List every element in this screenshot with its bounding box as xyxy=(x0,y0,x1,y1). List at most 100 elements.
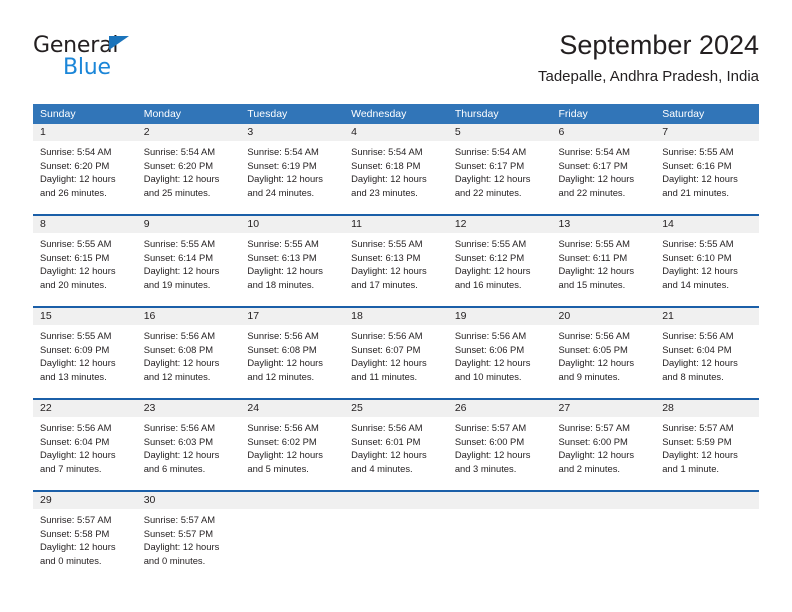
sunrise-text: Sunrise: 5:57 AM xyxy=(40,514,112,525)
weekday-header-friday: Friday xyxy=(551,104,656,124)
sunset-text: Sunset: 6:12 PM xyxy=(454,251,525,263)
day-cell[interactable]: 16 Sunrise: 5:56 AM Sunset: 6:08 PM Dayligh… xyxy=(136,308,241,398)
daylight-line1: Daylight: 12 hours xyxy=(40,541,116,553)
sunrise-text: Sunrise: 5:56 AM xyxy=(351,422,423,433)
daylight-line2: and 0 minutes. xyxy=(40,554,102,566)
day-details: Sunrise: 5:54 AM Sunset: 6:17 PM Daylight:… xyxy=(552,141,656,199)
week-row: 8 Sunrise: 5:55 AM Sunset: 6:15 PM Daylight… xyxy=(33,216,759,306)
daylight-line1: Daylight: 12 hours xyxy=(247,357,323,369)
sunrise-text: Sunrise: 5:54 AM xyxy=(454,146,527,157)
sunset-text: Sunset: 6:20 PM xyxy=(40,159,110,171)
day-number: 14 xyxy=(655,216,759,233)
daylight-line1: Daylight: 12 hours xyxy=(558,357,635,369)
day-details: Sunrise: 5:56 AM Sunset: 6:02 PM Daylight:… xyxy=(240,417,344,475)
day-details: Sunrise: 5:57 AM Sunset: 5:58 PM Daylight:… xyxy=(33,509,137,567)
day-cell[interactable]: 21 Sunrise: 5:56 AM Sunset: 6:04 PM Dayligh… xyxy=(655,308,759,398)
day-cell[interactable]: 13 Sunrise: 5:55 AM Sunset: 6:11 PM Dayligh… xyxy=(551,216,656,306)
day-cell[interactable]: 8 Sunrise: 5:55 AM Sunset: 6:15 PM Daylight… xyxy=(33,216,137,306)
day-cell[interactable]: 20 Sunrise: 5:56 AM Sunset: 6:05 PM Dayligh… xyxy=(551,308,656,398)
sunset-text: Sunset: 6:10 PM xyxy=(662,251,732,263)
sunset-text: Sunset: 5:57 PM xyxy=(143,527,214,539)
sunrise-text: Sunrise: 5:56 AM xyxy=(143,422,216,433)
sunset-text: Sunset: 6:16 PM xyxy=(662,159,732,171)
page-title: September 2024 xyxy=(559,30,759,60)
day-cell[interactable]: 1 Sunrise: 5:54 AM Sunset: 6:20 PM Daylight… xyxy=(33,124,137,214)
day-cell-empty xyxy=(447,492,552,582)
day-number: 25 xyxy=(344,400,448,417)
weekday-header-thursday: Thursday xyxy=(447,104,552,124)
calendar-page: General Blue September 2024 Tadepalle, A… xyxy=(0,0,792,612)
sunset-text: Sunset: 6:14 PM xyxy=(143,251,214,263)
day-number xyxy=(447,492,552,509)
daylight-line1: Daylight: 12 hours xyxy=(40,173,116,185)
daylight-line1: Daylight: 12 hours xyxy=(143,265,220,277)
week-row: 22 Sunrise: 5:56 AM Sunset: 6:04 PM Dayligh… xyxy=(33,400,759,490)
sunset-text: Sunset: 6:17 PM xyxy=(454,159,525,171)
day-cell[interactable]: 22 Sunrise: 5:56 AM Sunset: 6:04 PM Dayligh… xyxy=(33,400,137,490)
day-number: 27 xyxy=(551,400,656,417)
day-cell[interactable]: 5 Sunrise: 5:54 AM Sunset: 6:17 PM Daylight… xyxy=(447,124,552,214)
sunrise-text: Sunrise: 5:56 AM xyxy=(247,330,319,341)
daylight-line2: and 14 minutes. xyxy=(662,278,729,290)
sunset-text: Sunset: 6:15 PM xyxy=(40,251,110,263)
day-cell[interactable]: 10 Sunrise: 5:55 AM Sunset: 6:13 PM Dayligh… xyxy=(240,216,345,306)
day-details: Sunrise: 5:56 AM Sunset: 6:08 PM Daylight:… xyxy=(137,325,241,383)
day-cell[interactable]: 19 Sunrise: 5:56 AM Sunset: 6:06 PM Dayligh… xyxy=(447,308,552,398)
day-cell-empty xyxy=(655,492,759,582)
day-cell[interactable]: 7 Sunrise: 5:55 AM Sunset: 6:16 PM Daylight… xyxy=(655,124,759,214)
daylight-line1: Daylight: 12 hours xyxy=(40,449,116,461)
day-cell[interactable]: 18 Sunrise: 5:56 AM Sunset: 6:07 PM Dayligh… xyxy=(344,308,448,398)
day-details: Sunrise: 5:55 AM Sunset: 6:13 PM Daylight:… xyxy=(344,233,448,291)
day-cell[interactable]: 12 Sunrise: 5:55 AM Sunset: 6:12 PM Dayligh… xyxy=(447,216,552,306)
daylight-line2: and 21 minutes. xyxy=(662,186,729,198)
day-cell[interactable]: 27 Sunrise: 5:57 AM Sunset: 6:00 PM Dayligh… xyxy=(551,400,656,490)
day-details: Sunrise: 5:56 AM Sunset: 6:03 PM Daylight:… xyxy=(137,417,241,475)
day-cell[interactable]: 23 Sunrise: 5:56 AM Sunset: 6:03 PM Dayligh… xyxy=(136,400,241,490)
day-number: 6 xyxy=(551,124,656,141)
sunrise-text: Sunrise: 5:54 AM xyxy=(40,146,112,157)
day-cell[interactable]: 6 Sunrise: 5:54 AM Sunset: 6:17 PM Daylight… xyxy=(551,124,656,214)
day-cell[interactable]: 26 Sunrise: 5:57 AM Sunset: 6:00 PM Dayligh… xyxy=(447,400,552,490)
sunrise-text: Sunrise: 5:55 AM xyxy=(247,238,319,249)
day-cell[interactable]: 30 Sunrise: 5:57 AM Sunset: 5:57 PM Dayligh… xyxy=(136,492,241,582)
day-details: Sunrise: 5:57 AM Sunset: 6:00 PM Daylight:… xyxy=(448,417,552,475)
day-cell[interactable]: 2 Sunrise: 5:54 AM Sunset: 6:20 PM Daylight… xyxy=(136,124,241,214)
day-cell[interactable]: 11 Sunrise: 5:55 AM Sunset: 6:13 PM Dayligh… xyxy=(344,216,448,306)
day-number: 7 xyxy=(655,124,759,141)
day-number: 18 xyxy=(344,308,448,325)
brand-logo[interactable]: General Blue xyxy=(33,28,263,86)
weekday-header-sunday: Sunday xyxy=(33,104,137,124)
day-number: 23 xyxy=(136,400,241,417)
day-number: 10 xyxy=(240,216,345,233)
daylight-line2: and 16 minutes. xyxy=(454,278,522,290)
sunrise-text: Sunrise: 5:55 AM xyxy=(40,330,112,341)
sunset-text: Sunset: 6:09 PM xyxy=(40,343,110,355)
sunrise-text: Sunrise: 5:56 AM xyxy=(662,330,734,341)
day-number: 29 xyxy=(33,492,137,509)
daylight-line2: and 12 minutes. xyxy=(247,370,315,382)
sunset-text: Sunset: 6:04 PM xyxy=(662,343,732,355)
sunrise-text: Sunrise: 5:55 AM xyxy=(662,146,734,157)
sunrise-text: Sunrise: 5:57 AM xyxy=(662,422,734,433)
day-cell[interactable]: 24 Sunrise: 5:56 AM Sunset: 6:02 PM Dayligh… xyxy=(240,400,345,490)
sunset-text: Sunset: 5:59 PM xyxy=(662,435,732,447)
day-cell[interactable]: 15 Sunrise: 5:55 AM Sunset: 6:09 PM Dayligh… xyxy=(33,308,137,398)
day-cell[interactable]: 17 Sunrise: 5:56 AM Sunset: 6:08 PM Dayligh… xyxy=(240,308,345,398)
day-number: 16 xyxy=(136,308,241,325)
day-cell[interactable]: 14 Sunrise: 5:55 AM Sunset: 6:10 PM Dayligh… xyxy=(655,216,759,306)
day-number: 21 xyxy=(655,308,759,325)
day-cell[interactable]: 28 Sunrise: 5:57 AM Sunset: 5:59 PM Dayligh… xyxy=(655,400,759,490)
day-cell[interactable]: 3 Sunrise: 5:54 AM Sunset: 6:19 PM Daylight… xyxy=(240,124,345,214)
day-cell[interactable]: 25 Sunrise: 5:56 AM Sunset: 6:01 PM Dayligh… xyxy=(344,400,448,490)
daylight-line2: and 4 minutes. xyxy=(351,462,413,474)
daylight-line1: Daylight: 12 hours xyxy=(558,265,635,277)
day-number: 5 xyxy=(447,124,552,141)
day-cell[interactable]: 29 Sunrise: 5:57 AM Sunset: 5:58 PM Dayligh… xyxy=(33,492,137,582)
daylight-line1: Daylight: 12 hours xyxy=(143,173,220,185)
daylight-line1: Daylight: 12 hours xyxy=(40,265,116,277)
day-cell[interactable]: 4 Sunrise: 5:54 AM Sunset: 6:18 PM Daylight… xyxy=(344,124,448,214)
sunset-text: Sunset: 6:08 PM xyxy=(247,343,317,355)
sunset-text: Sunset: 6:05 PM xyxy=(558,343,628,355)
day-cell[interactable]: 9 Sunrise: 5:55 AM Sunset: 6:14 PM Daylight… xyxy=(136,216,241,306)
sunrise-text: Sunrise: 5:55 AM xyxy=(351,238,423,249)
